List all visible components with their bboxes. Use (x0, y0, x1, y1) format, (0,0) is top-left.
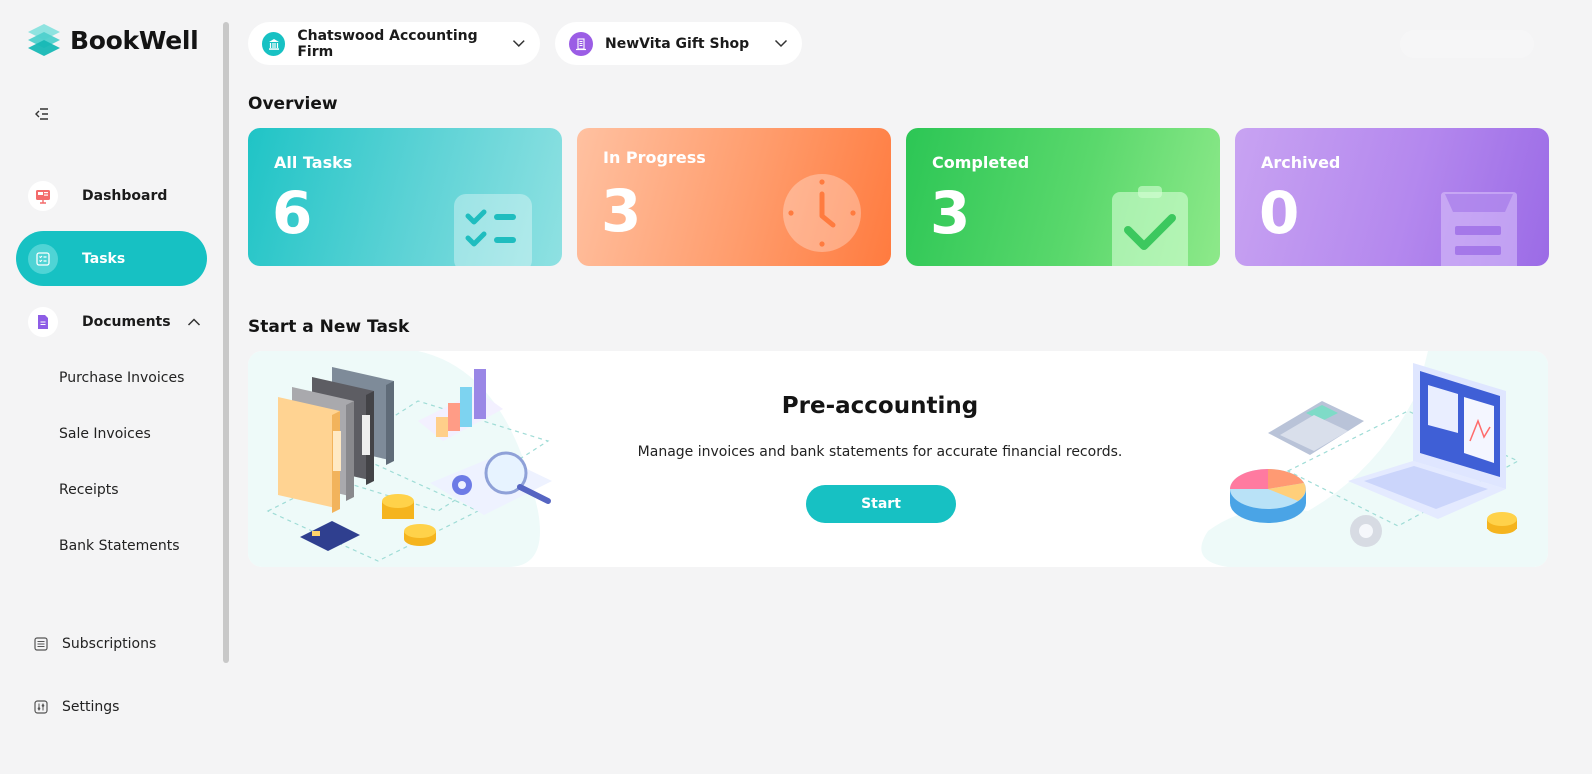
sidebar-scrollbar[interactable] (223, 22, 229, 663)
card-count: 6 (272, 179, 313, 247)
sidebar-subitem-sale-invoices[interactable]: Sale Invoices (59, 426, 151, 442)
sidebar-item-label: Tasks (82, 250, 126, 267)
task-list-icon (28, 243, 58, 274)
checklist-icon (454, 194, 532, 266)
new-task-heading: Start a New Task (248, 317, 410, 337)
card-label: In Progress (603, 148, 706, 167)
sidebar-subitem-receipts[interactable]: Receipts (59, 482, 119, 498)
sidebar-subitem-bank-statements[interactable]: Bank Statements (59, 538, 180, 554)
overview-heading: Overview (248, 94, 338, 114)
sidebar-item-label: Settings (62, 699, 120, 715)
presentation-icon (28, 180, 58, 211)
card-count: 0 (1259, 179, 1300, 247)
card-label: Completed (932, 153, 1030, 172)
clock-icon (783, 174, 861, 252)
pre-accounting-banner: Pre-accounting Manage invoices and bank … (248, 351, 1548, 567)
document-icon (28, 306, 58, 337)
archived-card[interactable]: Archived 0 (1235, 128, 1549, 266)
collapse-sidebar-button[interactable] (30, 104, 54, 124)
firm-selector[interactable]: Chatswood Accounting Firm (248, 22, 540, 65)
chevron-up-icon[interactable] (187, 317, 201, 327)
card-count: 3 (601, 177, 642, 245)
card-count: 3 (930, 179, 971, 247)
sidebar-item-tasks[interactable]: Tasks (16, 231, 207, 286)
sidebar-item-dashboard[interactable]: Dashboard (16, 168, 207, 223)
app-logo[interactable]: BookWell (26, 22, 199, 58)
completed-card[interactable]: Completed 3 (906, 128, 1220, 266)
sidebar-item-label: Documents (82, 313, 171, 330)
laptop-calculator-illustration-icon (1201, 351, 1548, 567)
list-icon (34, 637, 48, 651)
chevron-down-icon (774, 39, 788, 48)
building-icon (262, 31, 286, 56)
sidebar-item-subscriptions[interactable]: Subscriptions (34, 636, 156, 652)
layers-logo-icon (28, 24, 60, 56)
collapse-menu-icon (35, 108, 48, 120)
archive-box-icon (1441, 192, 1517, 266)
card-label: All Tasks (274, 153, 353, 172)
sidebar-item-label: Subscriptions (62, 636, 157, 652)
header-placeholder (1400, 30, 1534, 58)
sidebar-item-label: Dashboard (82, 187, 168, 204)
firm-selector-label: Chatswood Accounting Firm (297, 27, 478, 60)
start-button[interactable]: Start (806, 485, 956, 523)
sidebar-subitem-purchase-invoices[interactable]: Purchase Invoices (59, 370, 184, 386)
chevron-down-icon (513, 40, 526, 47)
in-progress-card[interactable]: In Progress 3 (577, 128, 891, 266)
client-selector[interactable]: NewVita Gift Shop (555, 22, 802, 65)
app-name: BookWell (70, 25, 199, 55)
clipboard-check-icon (1112, 186, 1188, 266)
sliders-icon (34, 700, 48, 714)
client-selector-label: NewVita Gift Shop (605, 35, 750, 52)
sidebar-item-settings[interactable]: Settings (34, 699, 119, 715)
sidebar-item-documents[interactable]: Documents (16, 294, 207, 349)
card-label: Archived (1261, 153, 1341, 172)
all-tasks-card[interactable]: All Tasks 6 (248, 128, 562, 266)
sidebar: BookWell Dashboard Tasks Documents Purch… (0, 0, 229, 774)
office-icon (569, 31, 593, 56)
